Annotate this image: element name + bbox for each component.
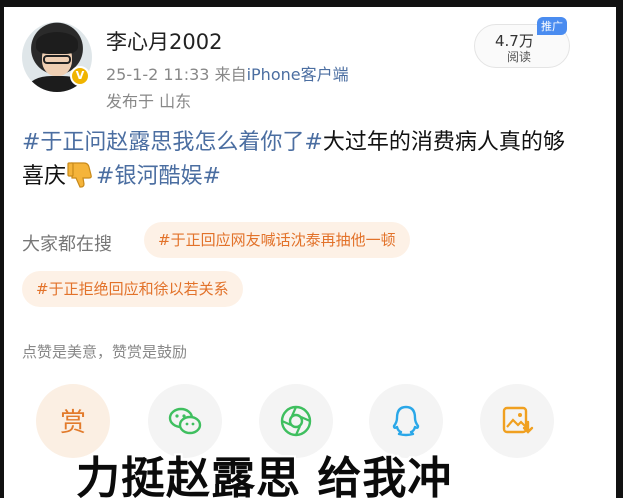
video-caption: 力挺赵露思 给我冲 — [76, 453, 453, 498]
wechat-icon — [168, 407, 202, 435]
hashtag-link[interactable]: #于正问赵露思我怎么着你了# — [22, 130, 323, 155]
thumbs-down-icon — [66, 159, 96, 189]
frame-edge-right — [616, 0, 623, 498]
avatar-hair — [36, 32, 78, 54]
frame-edge-top — [0, 0, 623, 7]
frame-edge-left — [0, 0, 4, 498]
avatar-glasses — [43, 55, 71, 64]
username[interactable]: 李心月2002 — [106, 26, 222, 56]
post-meta: 25-1-2 11:33 来自iPhone客户端 — [106, 61, 349, 85]
post-timestamp: 25-1-2 11:33 — [106, 65, 210, 84]
trending-search-chip[interactable]: #于正回应网友喊话沈泰再抽他一顿 — [144, 222, 410, 258]
moments-icon — [280, 405, 312, 437]
qq-icon — [392, 405, 420, 437]
read-label: 阅读 — [507, 50, 532, 64]
post-location: 发布于 山东 — [106, 92, 192, 111]
source-app-link[interactable]: iPhone客户端 — [247, 65, 349, 84]
save-image-button[interactable] — [480, 384, 554, 458]
post-body: #于正问赵露思我怎么着你了#大过年的消费病人真的够喜庆 #银河酷娱# — [22, 126, 582, 193]
trending-search-chip[interactable]: #于正拒绝回应和徐以若关系 — [22, 271, 243, 307]
reward-icon: 赏 — [59, 408, 86, 438]
save-image-icon — [502, 406, 534, 434]
source-prefix: 来自 — [214, 65, 247, 84]
verified-badge-icon: V — [70, 66, 90, 86]
promo-tag: 推广 — [537, 17, 567, 35]
trending-search-label: 大家都在搜 — [22, 234, 112, 255]
like-tip: 点赞是美意，赞赏是鼓励 — [22, 343, 188, 361]
hashtag-link[interactable]: #银河酷娱# — [96, 164, 221, 189]
